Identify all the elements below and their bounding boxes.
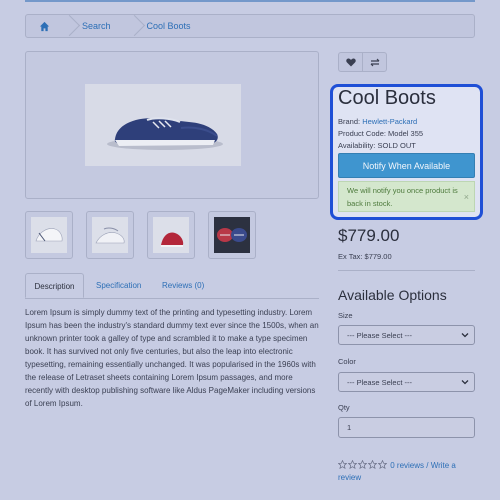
product-description: Lorem Ipsum is simply dummy text of the … <box>25 308 319 408</box>
size-select[interactable]: --- Please Select --- <box>338 325 475 345</box>
tab-reviews[interactable]: Reviews (0) <box>162 273 204 298</box>
close-icon[interactable]: × <box>464 191 469 204</box>
availability-row: Availability: SOLD OUT <box>338 141 416 150</box>
shoe-image <box>85 84 241 166</box>
brand-link[interactable]: Hewlett-Packard <box>362 117 417 126</box>
star-empty-icon <box>368 460 377 469</box>
thumbnail-image <box>153 217 189 253</box>
home-icon <box>39 21 50 31</box>
thumbnail-image <box>214 217 250 253</box>
brand-row: Brand: Hewlett-Packard <box>338 117 417 126</box>
product-info-panel: Cool Boots Brand: Hewlett-Packard Produc… <box>330 84 483 220</box>
thumbnail-image <box>92 217 128 253</box>
availability-value: SOLD OUT <box>377 141 416 150</box>
product-code-value: Model 355 <box>388 129 424 138</box>
ex-tax-price: Ex Tax: $779.00 <box>338 252 392 261</box>
breadcrumb-home[interactable] <box>26 15 60 37</box>
color-select-value: --- Please Select --- <box>347 377 413 387</box>
product-code-label: Product Code: <box>338 129 386 138</box>
thumbnail-3[interactable] <box>147 211 195 259</box>
star-empty-icon <box>348 460 357 469</box>
product-tabs: Description Specification Reviews (0) <box>25 273 319 299</box>
compare-arrows-icon <box>370 58 379 66</box>
qty-label: Qty <box>338 403 350 412</box>
compare-button[interactable] <box>362 52 387 72</box>
thumbnail-1[interactable] <box>25 211 73 259</box>
breadcrumb-search[interactable]: Search <box>82 15 111 37</box>
product-price: $779.00 <box>338 226 400 245</box>
main-product-image[interactable] <box>25 51 319 199</box>
size-label: Size <box>338 311 353 320</box>
product-title: Cool Boots <box>338 87 436 109</box>
rating-row: 0 reviews / Write a review <box>338 460 478 484</box>
star-empty-icon <box>358 460 367 469</box>
alert-text: We will notify you once product is back … <box>347 186 458 208</box>
tab-description[interactable]: Description <box>25 273 84 298</box>
brand-label: Brand: <box>338 117 361 126</box>
quantity-input[interactable]: 1 <box>338 417 475 438</box>
product-code-row: Product Code: Model 355 <box>338 129 423 138</box>
top-accent-bar <box>25 0 475 2</box>
chevron-down-icon <box>461 380 469 385</box>
stock-notification-alert: We will notify you once product is back … <box>338 181 475 212</box>
thumbnail-4[interactable] <box>208 211 256 259</box>
breadcrumb-separator <box>125 14 139 38</box>
size-select-value: --- Please Select --- <box>347 330 413 340</box>
thumbnail-image <box>31 217 67 253</box>
star-empty-icon <box>338 460 347 469</box>
wishlist-button[interactable] <box>338 52 363 72</box>
notify-when-available-button[interactable]: Notify When Available <box>338 153 475 178</box>
color-label: Color <box>338 357 356 366</box>
tab-specification[interactable]: Specification <box>96 273 141 298</box>
heart-icon <box>345 58 356 66</box>
product-photo <box>85 84 241 166</box>
star-empty-icon <box>378 460 387 469</box>
divider <box>338 270 475 271</box>
thumbnail-2[interactable] <box>86 211 134 259</box>
color-select[interactable]: --- Please Select --- <box>338 372 475 392</box>
breadcrumb-separator <box>60 14 74 38</box>
availability-label: Availability: <box>338 141 376 150</box>
chevron-down-icon <box>461 333 469 338</box>
breadcrumb: Search Cool Boots <box>25 14 475 38</box>
options-title: Available Options <box>338 287 447 303</box>
breadcrumb-current[interactable]: Cool Boots <box>147 15 191 37</box>
